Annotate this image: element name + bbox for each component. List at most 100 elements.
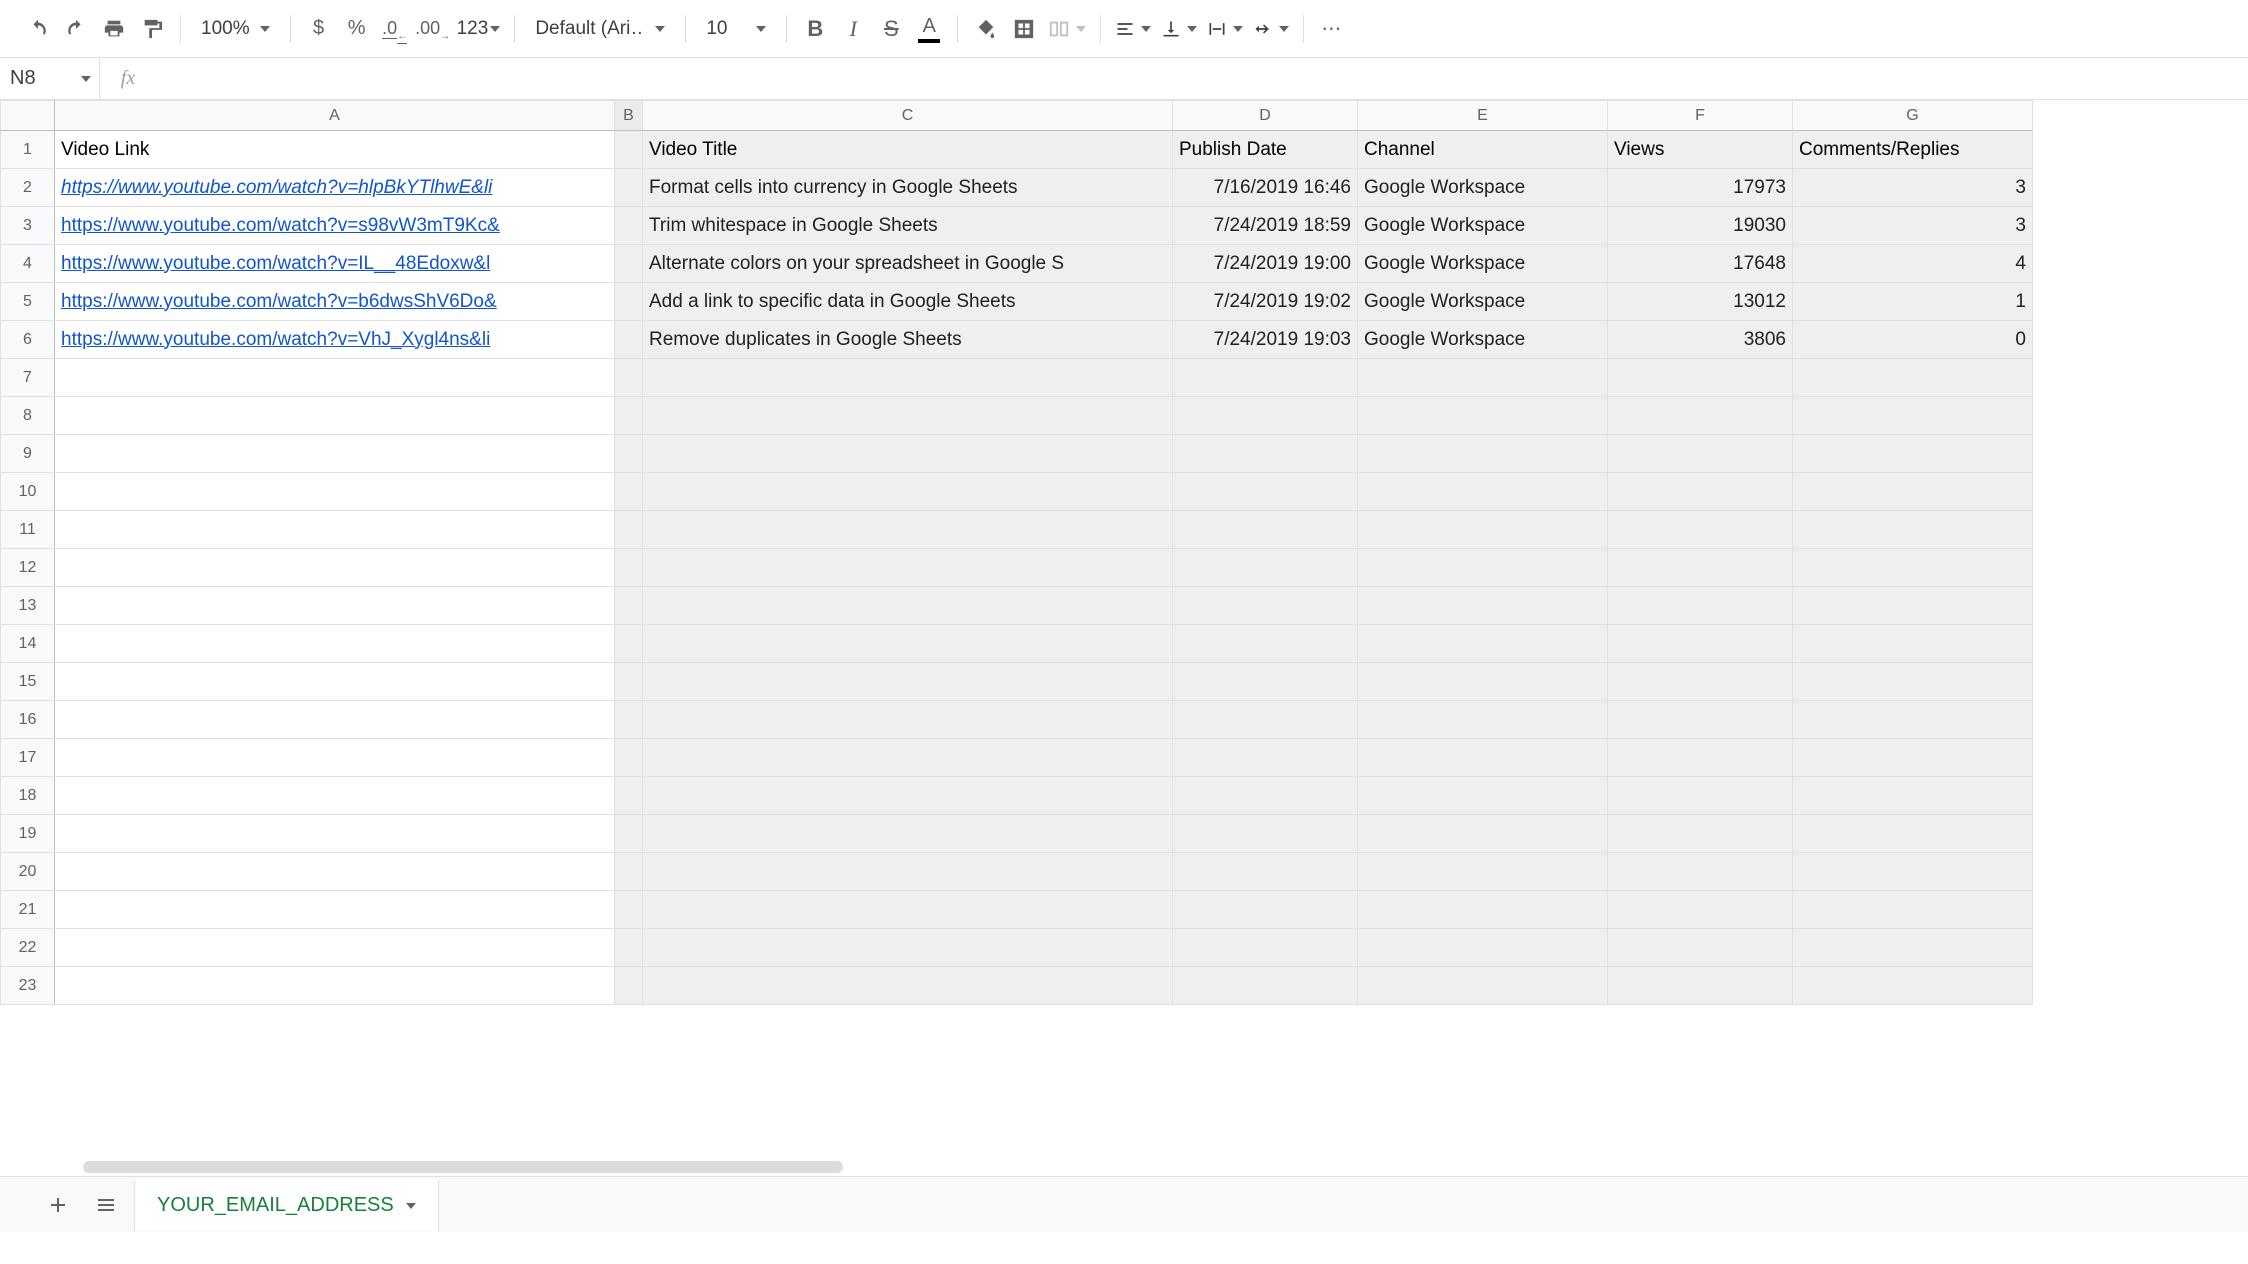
cell[interactable] — [1608, 967, 1793, 1005]
cell[interactable]: https://www.youtube.com/watch?v=IL__48Ed… — [55, 245, 615, 283]
row-header[interactable]: 16 — [1, 701, 55, 739]
cell[interactable] — [1173, 815, 1358, 853]
row-header[interactable]: 23 — [1, 967, 55, 1005]
cell[interactable]: 7/24/2019 19:03 — [1173, 321, 1358, 359]
row-header[interactable]: 20 — [1, 853, 55, 891]
print-button[interactable] — [96, 11, 132, 47]
cell[interactable]: Video Title — [643, 131, 1173, 169]
cell[interactable] — [1608, 587, 1793, 625]
cell[interactable] — [1173, 929, 1358, 967]
cell[interactable] — [615, 511, 643, 549]
cell[interactable] — [55, 511, 615, 549]
cell[interactable] — [1358, 511, 1608, 549]
more-button[interactable]: ⋯ — [1314, 11, 1350, 47]
cell[interactable] — [1793, 739, 2033, 777]
cell[interactable]: Publish Date — [1173, 131, 1358, 169]
scrollbar-thumb[interactable] — [83, 1161, 843, 1173]
cell[interactable]: 1 — [1793, 283, 2033, 321]
cell[interactable] — [643, 587, 1173, 625]
cell[interactable] — [55, 625, 615, 663]
borders-button[interactable] — [1006, 11, 1042, 47]
cell[interactable]: Add a link to specific data in Google Sh… — [643, 283, 1173, 321]
cell[interactable] — [615, 473, 643, 511]
cell[interactable] — [615, 245, 643, 283]
cell[interactable] — [1608, 815, 1793, 853]
cell[interactable]: 7/16/2019 16:46 — [1173, 169, 1358, 207]
cell[interactable] — [1793, 473, 2033, 511]
cell[interactable] — [1793, 701, 2033, 739]
cell[interactable] — [1793, 929, 2033, 967]
cell[interactable] — [1173, 625, 1358, 663]
row-header[interactable]: 11 — [1, 511, 55, 549]
column-header[interactable]: C — [643, 101, 1173, 131]
row-header[interactable]: 15 — [1, 663, 55, 701]
row-header[interactable]: 5 — [1, 283, 55, 321]
cell[interactable] — [1608, 359, 1793, 397]
column-header[interactable]: F — [1608, 101, 1793, 131]
cell[interactable] — [55, 435, 615, 473]
fill-color-button[interactable] — [968, 11, 1004, 47]
cell[interactable]: https://www.youtube.com/watch?v=VhJ_Xygl… — [55, 321, 615, 359]
cell[interactable] — [1608, 853, 1793, 891]
cell[interactable] — [615, 967, 643, 1005]
cell[interactable]: https://www.youtube.com/watch?v=b6dwsShV… — [55, 283, 615, 321]
cell[interactable]: 17648 — [1608, 245, 1793, 283]
cell[interactable] — [1793, 397, 2033, 435]
cell[interactable] — [1793, 435, 2033, 473]
cell[interactable]: 3806 — [1608, 321, 1793, 359]
row-header[interactable]: 19 — [1, 815, 55, 853]
cell[interactable] — [1358, 397, 1608, 435]
cell[interactable] — [55, 473, 615, 511]
cell[interactable] — [643, 473, 1173, 511]
cell[interactable] — [1608, 549, 1793, 587]
cell[interactable] — [55, 891, 615, 929]
number-format-dropdown[interactable]: 123 — [453, 11, 505, 47]
cell[interactable] — [615, 777, 643, 815]
cell[interactable] — [643, 891, 1173, 929]
cell[interactable] — [615, 131, 643, 169]
row-header[interactable]: 3 — [1, 207, 55, 245]
cell[interactable] — [615, 625, 643, 663]
paint-format-button[interactable] — [134, 11, 170, 47]
cell[interactable] — [643, 739, 1173, 777]
row-header[interactable]: 2 — [1, 169, 55, 207]
cell[interactable] — [643, 967, 1173, 1005]
cell[interactable] — [1608, 511, 1793, 549]
cell[interactable] — [1173, 701, 1358, 739]
cell[interactable] — [1173, 891, 1358, 929]
format-percent-button[interactable]: % — [339, 11, 375, 47]
cell[interactable] — [615, 891, 643, 929]
row-header[interactable]: 8 — [1, 397, 55, 435]
row-header[interactable]: 4 — [1, 245, 55, 283]
undo-button[interactable] — [20, 11, 56, 47]
cell[interactable] — [643, 929, 1173, 967]
cell[interactable] — [643, 853, 1173, 891]
cell[interactable] — [615, 207, 643, 245]
cell[interactable]: Google Workspace — [1358, 245, 1608, 283]
cell[interactable] — [1173, 739, 1358, 777]
cell[interactable] — [55, 929, 615, 967]
cell[interactable] — [1793, 549, 2033, 587]
cell[interactable] — [643, 625, 1173, 663]
cell[interactable] — [1173, 777, 1358, 815]
cell[interactable]: Remove duplicates in Google Sheets — [643, 321, 1173, 359]
cell[interactable] — [1358, 777, 1608, 815]
redo-button[interactable] — [58, 11, 94, 47]
cell[interactable]: https://www.youtube.com/watch?v=s98vW3mT… — [55, 207, 615, 245]
cell[interactable] — [1793, 967, 2033, 1005]
cell[interactable]: 0 — [1793, 321, 2033, 359]
cell[interactable]: Comments/Replies — [1793, 131, 2033, 169]
row-header[interactable]: 10 — [1, 473, 55, 511]
cell[interactable] — [643, 777, 1173, 815]
cell[interactable] — [1173, 663, 1358, 701]
cell[interactable] — [55, 587, 615, 625]
font-dropdown[interactable]: Default (Ari… — [525, 11, 675, 47]
cell[interactable] — [1173, 587, 1358, 625]
cell[interactable]: Channel — [1358, 131, 1608, 169]
format-currency-button[interactable]: $ — [301, 11, 337, 47]
row-header[interactable]: 21 — [1, 891, 55, 929]
column-header[interactable]: G — [1793, 101, 2033, 131]
cell[interactable] — [1608, 397, 1793, 435]
cell[interactable] — [1793, 891, 2033, 929]
cell[interactable]: Views — [1608, 131, 1793, 169]
